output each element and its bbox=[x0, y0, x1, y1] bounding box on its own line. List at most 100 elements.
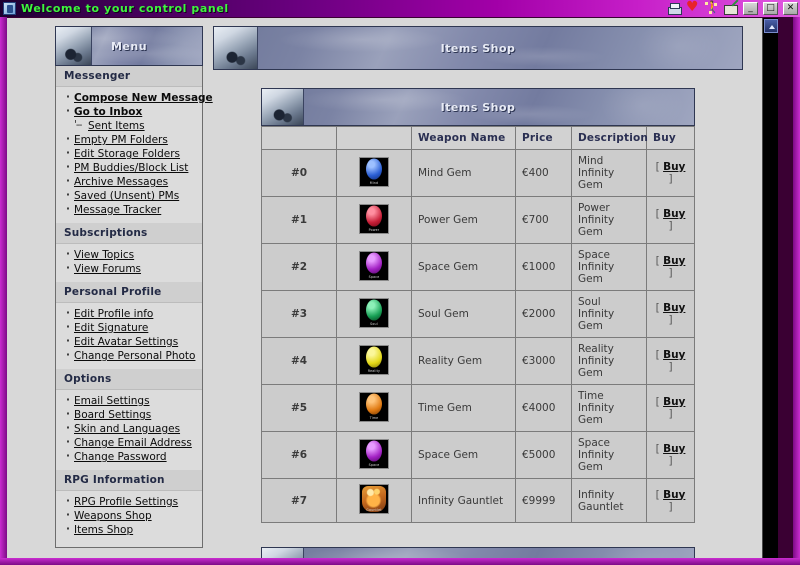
bracket-close: ] bbox=[668, 361, 673, 373]
menu-item-items-shop[interactable]: Items Shop bbox=[66, 522, 202, 537]
menu-item-change-password[interactable]: Change Password bbox=[66, 449, 202, 464]
menu-item-edit-signature[interactable]: Edit Signature bbox=[66, 320, 202, 335]
menu-item-saved-unsent-pms[interactable]: Saved (Unsent) PMs bbox=[66, 188, 202, 203]
mail-compose-icon[interactable] bbox=[724, 2, 738, 15]
buy-button[interactable]: Buy bbox=[663, 349, 685, 361]
menu-item-rpg-profile-settings[interactable]: RPG Profile Settings bbox=[66, 494, 202, 509]
menu-banner: Menu bbox=[55, 26, 203, 66]
gem-icon: Mind bbox=[359, 156, 389, 187]
heart-icon[interactable] bbox=[686, 0, 700, 15]
menu-item-edit-storage-folders[interactable]: Edit Storage Folders bbox=[66, 146, 202, 161]
menu-item-board-settings[interactable]: Board Settings bbox=[66, 407, 202, 422]
menu-link-label[interactable]: View Topics bbox=[74, 249, 134, 261]
menu-item-edit-profile-info[interactable]: Edit Profile info bbox=[66, 306, 202, 321]
bracket-close: ] bbox=[668, 408, 673, 420]
gem-icon: Reality bbox=[359, 344, 389, 375]
menu-link-label[interactable]: Weapons Shop bbox=[74, 510, 152, 522]
menu-link-label[interactable]: PM Buddies/Block List bbox=[74, 162, 188, 174]
buy-button[interactable]: Buy bbox=[663, 443, 685, 455]
row-weapon-name: Space Gem bbox=[411, 243, 516, 291]
menu-link-label[interactable]: Edit Storage Folders bbox=[74, 148, 180, 160]
sidebar-menu: Menu Messenger Compose New Message Go to… bbox=[55, 26, 213, 548]
printer-icon[interactable] bbox=[667, 2, 682, 15]
row-weapon-name: Power Gem bbox=[411, 196, 516, 244]
menu-item-empty-pm-folders[interactable]: Empty PM Folders bbox=[66, 132, 202, 147]
menu-link-label[interactable]: View Forums bbox=[74, 263, 141, 275]
menu-banner-title: Menu bbox=[110, 39, 148, 53]
menu-link-label[interactable]: Edit Avatar Settings bbox=[74, 336, 178, 348]
menu-item-skin-and-languages[interactable]: Skin and Languages bbox=[66, 421, 202, 436]
buy-button[interactable]: Buy bbox=[663, 161, 685, 173]
menu-item-weapons-shop[interactable]: Weapons Shop bbox=[66, 508, 202, 523]
menu-item-change-email-address[interactable]: Change Email Address bbox=[66, 435, 202, 450]
menu-item-view-forums[interactable]: View Forums bbox=[66, 261, 202, 276]
col-description: Description bbox=[571, 126, 648, 150]
bracket-close: ] bbox=[668, 455, 673, 467]
menu-list-messenger: Compose New Message Go to Inbox Sent Ite… bbox=[56, 90, 213, 217]
bracket-open: [ bbox=[655, 161, 660, 173]
minimize-button[interactable]: _ bbox=[743, 2, 758, 15]
menu-link-label[interactable]: Items Shop bbox=[74, 524, 133, 536]
menu-link-label[interactable]: RPG Profile Settings bbox=[74, 496, 178, 508]
vertical-scrollbar[interactable] bbox=[762, 18, 778, 558]
close-button[interactable]: ✕ bbox=[783, 2, 798, 15]
row-index: #6 bbox=[261, 431, 337, 479]
menu-link-label[interactable]: Edit Signature bbox=[74, 322, 148, 334]
row-icon-cell: Time bbox=[336, 384, 412, 432]
menu-body: Messenger Compose New Message Go to Inbo… bbox=[55, 66, 213, 548]
menu-link-label[interactable]: Change Personal Photo bbox=[74, 350, 195, 362]
bracket-close: ] bbox=[668, 220, 673, 232]
menu-item-archive-messages[interactable]: Archive Messages bbox=[66, 174, 202, 189]
menu-link-label[interactable]: Sent Items bbox=[88, 120, 145, 132]
gem-stone bbox=[366, 299, 382, 321]
menu-link-label[interactable]: Saved (Unsent) PMs bbox=[74, 190, 179, 202]
buy-button[interactable]: Buy bbox=[663, 396, 685, 408]
row-price: €2000 bbox=[515, 290, 572, 338]
gem-stone bbox=[366, 205, 382, 227]
page-banner: Items Shop bbox=[213, 26, 743, 70]
gem-caption: Space bbox=[368, 274, 380, 279]
gauntlet-icon: Gauntlet bbox=[359, 484, 389, 514]
menu-link-label[interactable]: Empty PM Folders bbox=[74, 134, 168, 146]
buy-button[interactable]: Buy bbox=[663, 302, 685, 314]
menu-item-compose-new-message[interactable]: Compose New Message bbox=[66, 90, 213, 105]
menu-item-go-to-inbox[interactable]: Go to Inbox bbox=[66, 104, 202, 119]
menu-link-label[interactable]: Skin and Languages bbox=[74, 423, 180, 435]
menu-item-message-tracker[interactable]: Message Tracker bbox=[66, 202, 202, 217]
row-icon-cell: Space bbox=[336, 243, 412, 291]
buy-button[interactable]: Buy bbox=[663, 489, 685, 501]
menu-link-label[interactable]: Change Password bbox=[74, 451, 167, 463]
bracket-close: ] bbox=[668, 500, 673, 513]
row-weapon-name: Infinity Gauntlet bbox=[411, 478, 516, 523]
menu-section-heading-messenger: Messenger bbox=[56, 66, 202, 87]
row-buy-cell: [ Buy ] bbox=[646, 478, 695, 523]
menu-item-edit-avatar-settings[interactable]: Edit Avatar Settings bbox=[66, 334, 202, 349]
col-buy: Buy bbox=[646, 126, 695, 150]
menu-item-email-settings[interactable]: Email Settings bbox=[66, 393, 202, 408]
bracket-open: [ bbox=[655, 396, 660, 408]
menu-link-label[interactable]: Archive Messages bbox=[74, 176, 168, 188]
menu-item-pm-buddies-block-list[interactable]: PM Buddies/Block List bbox=[66, 160, 202, 175]
gem-icon: Space bbox=[359, 250, 389, 281]
table-header-row: Weapon Name Price Description Buy bbox=[261, 126, 695, 150]
menu-link-label[interactable]: Go to Inbox bbox=[74, 106, 142, 118]
maximize-button[interactable]: □ bbox=[763, 2, 778, 15]
table-row: #4 Reality Reality Gem €3000 Reality Inf… bbox=[261, 337, 695, 385]
menu-section-heading-personal-profile: Personal Profile bbox=[56, 282, 202, 303]
buy-button[interactable]: Buy bbox=[663, 208, 685, 220]
menu-link-label[interactable]: Change Email Address bbox=[74, 437, 192, 449]
row-description: Space Infinity Gem bbox=[571, 243, 647, 291]
row-weapon-name: Soul Gem bbox=[411, 290, 516, 338]
menu-item-sent-items[interactable]: Sent Items bbox=[66, 118, 202, 133]
menu-item-change-personal-photo[interactable]: Change Personal Photo bbox=[66, 348, 202, 363]
menu-link-label[interactable]: Edit Profile info bbox=[74, 308, 153, 320]
running-person-icon[interactable] bbox=[705, 0, 720, 15]
buy-button[interactable]: Buy bbox=[663, 255, 685, 267]
gem-icon: Soul bbox=[359, 297, 389, 328]
menu-item-view-topics[interactable]: View Topics bbox=[66, 247, 202, 262]
menu-link-label[interactable]: Board Settings bbox=[74, 409, 151, 421]
scroll-up-arrow-icon[interactable] bbox=[764, 19, 778, 33]
menu-link-label[interactable]: Email Settings bbox=[74, 395, 150, 407]
menu-link-label[interactable]: Message Tracker bbox=[74, 204, 161, 216]
menu-link-label[interactable]: Compose New Message bbox=[74, 92, 213, 104]
